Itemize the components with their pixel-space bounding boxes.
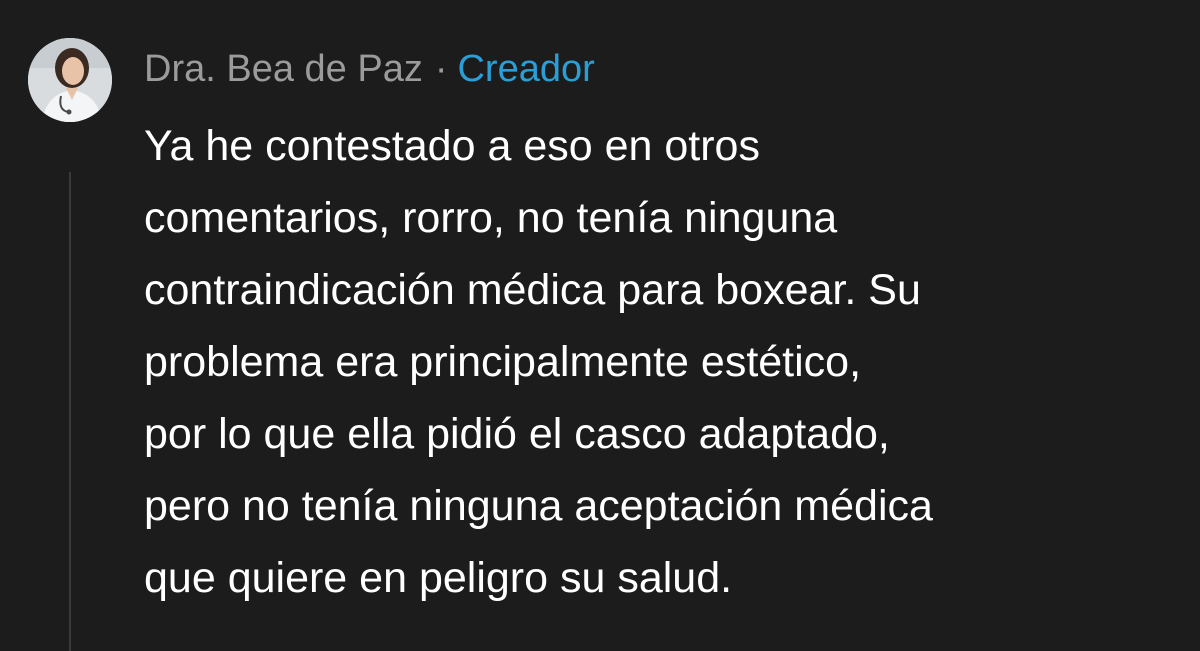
comment-body: Ya he contestado a eso en otros comentar… (144, 110, 1184, 614)
comment-body-line: Ya he contestado a eso en otros (144, 122, 760, 170)
comment-body-line: problema era principalmente estético, (144, 338, 862, 386)
comment: Dra. Bea de Paz · Creador Ya he contesta… (0, 0, 1200, 651)
comment-body-line: comentarios, rorro, no tenía ninguna (144, 194, 838, 242)
creator-badge: Creador (457, 47, 595, 90)
comment-header: Dra. Bea de Paz · Creador (144, 44, 595, 94)
comment-body-line: contraindicación médica para boxear. Su (144, 266, 921, 314)
thread-line[interactable] (69, 172, 71, 651)
comment-body-line: que quiere en peligro su salud. (144, 554, 733, 602)
profile-photo-icon (28, 38, 112, 122)
avatar[interactable] (28, 38, 112, 122)
author-name[interactable]: Dra. Bea de Paz (144, 48, 423, 91)
header-separator: · (434, 47, 448, 90)
comment-body-line: pero no tenía ninguna aceptación médica (144, 482, 933, 530)
comment-body-line: por lo que ella pidió el casco adaptado, (144, 410, 890, 458)
